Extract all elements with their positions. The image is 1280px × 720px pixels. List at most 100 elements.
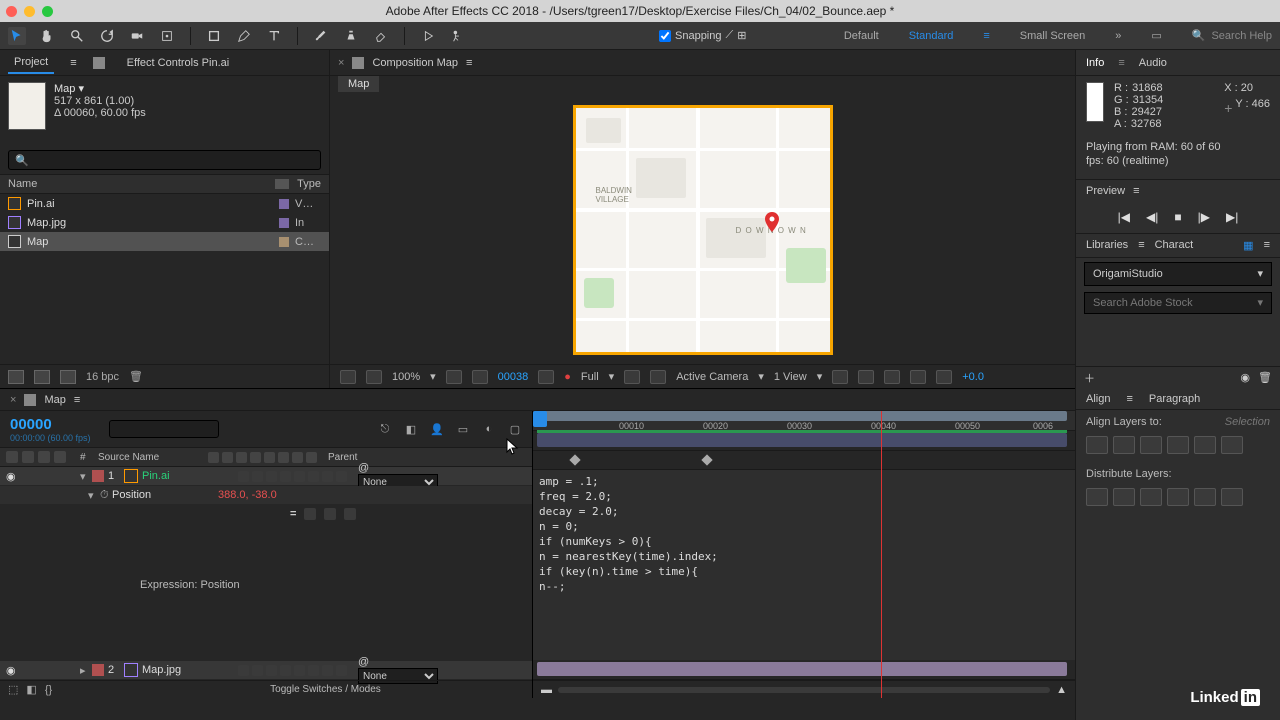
toggle-switch-icon[interactable]: ◧ xyxy=(26,683,36,696)
zoom-slider[interactable] xyxy=(558,687,1050,693)
align-bottom-icon[interactable] xyxy=(1221,436,1243,454)
workspace-overflow-icon[interactable]: » xyxy=(1115,30,1121,42)
close-comp-icon[interactable]: × xyxy=(338,57,344,69)
new-comp-icon[interactable] xyxy=(60,370,76,384)
toggle-alpha-icon[interactable] xyxy=(340,370,356,384)
shy-icon[interactable]: 👤 xyxy=(430,422,444,436)
project-item[interactable]: Map.jpg In xyxy=(0,213,329,232)
dist-vcenter-icon[interactable] xyxy=(1113,488,1135,506)
timeline-menu-icon[interactable]: ≡ xyxy=(74,394,80,406)
layer-bar[interactable] xyxy=(537,662,1067,676)
library-search-input[interactable]: Search Adobe Stock▾ xyxy=(1084,292,1272,314)
comp-tab-menu-icon[interactable]: ≡ xyxy=(466,57,472,69)
lib-menu-icon[interactable]: ≡ xyxy=(1138,239,1144,251)
search-help-input[interactable]: Search Help xyxy=(1211,30,1272,42)
align-menu-icon[interactable]: ≡ xyxy=(1126,393,1132,405)
pickwhip-icon[interactable]: @ xyxy=(358,462,369,474)
play-icon[interactable]: |▶ xyxy=(1198,210,1210,224)
label-swatch[interactable] xyxy=(279,199,289,209)
col-audio-icon[interactable] xyxy=(22,451,34,463)
camera-select[interactable]: Active Camera xyxy=(676,371,748,383)
pen-tool-icon[interactable] xyxy=(235,27,253,45)
grid-icon[interactable] xyxy=(446,370,462,384)
comp-canvas[interactable]: BALDWIN VILLAGE D O W N O W N xyxy=(573,105,833,355)
align-vcenter-icon[interactable] xyxy=(1194,436,1216,454)
workspace-menu-icon[interactable]: ≡ xyxy=(983,30,989,42)
layer-row[interactable]: ◉ ▾ 1 Pin.ai @ None xyxy=(0,467,532,486)
current-timecode[interactable]: 00000 xyxy=(10,416,91,433)
resolution-select[interactable]: Full xyxy=(581,371,599,383)
render-icon[interactable] xyxy=(884,370,900,384)
snapping-toggle[interactable]: Snapping ⟋ ⊞ xyxy=(659,29,746,42)
stop-icon[interactable]: ■ xyxy=(1174,210,1181,224)
rotate-tool-icon[interactable] xyxy=(98,27,116,45)
timeline-tab-label[interactable]: Map xyxy=(44,394,65,406)
new-folder-icon[interactable] xyxy=(34,370,50,384)
dist-hcenter-icon[interactable] xyxy=(1194,488,1216,506)
lib-add-icon[interactable]: ＋ xyxy=(1084,370,1095,386)
lib-list-icon[interactable]: ≡ xyxy=(1264,239,1270,251)
workspace-standard[interactable]: Standard xyxy=(909,30,954,42)
label-swatch[interactable] xyxy=(279,237,289,247)
roi-icon[interactable] xyxy=(624,370,640,384)
position-value[interactable]: 388.0, -38.0 xyxy=(218,489,277,501)
zoom-in-icon[interactable]: ▲ xyxy=(1056,684,1067,696)
snapping-checkbox[interactable] xyxy=(659,30,671,42)
rectangle-tool-icon[interactable] xyxy=(205,27,223,45)
toggle-switch-icon[interactable]: {} xyxy=(45,684,52,696)
exposure-value[interactable]: +0.0 xyxy=(962,371,984,383)
time-ruler[interactable]: 00010 00020 00030 00040 00050 0006 xyxy=(533,411,1075,431)
expr-language-icon[interactable] xyxy=(344,508,356,520)
label-swatch[interactable] xyxy=(279,218,289,228)
hand-tool-icon[interactable] xyxy=(38,27,56,45)
project-search-input[interactable]: 🔍 xyxy=(8,150,321,170)
brush-tool-icon[interactable] xyxy=(312,27,330,45)
layer-row[interactable]: ◉ ▸ 2 Map.jpg @ None xyxy=(0,661,532,680)
twirl-icon[interactable]: ▾ xyxy=(88,489,100,502)
fast-preview-icon[interactable] xyxy=(832,370,848,384)
col-solo-icon[interactable] xyxy=(38,451,50,463)
project-item[interactable]: Pin.ai V… xyxy=(0,194,329,213)
view-select[interactable]: 1 View xyxy=(774,371,807,383)
dist-left-icon[interactable] xyxy=(1167,488,1189,506)
snap-opt1-icon[interactable]: ⟋ xyxy=(726,29,734,42)
toggle-switch-icon[interactable]: ⬚ xyxy=(8,683,18,696)
tab-info[interactable]: Info xyxy=(1086,57,1104,69)
transparency-icon[interactable] xyxy=(650,370,666,384)
layer-color-swatch[interactable] xyxy=(92,470,104,482)
eye-icon[interactable]: ◉ xyxy=(6,470,20,483)
eye-icon[interactable]: ◉ xyxy=(6,664,20,677)
zoom-out-icon[interactable]: ▬ xyxy=(541,684,552,696)
guides-icon[interactable] xyxy=(472,370,488,384)
layer-color-swatch[interactable] xyxy=(92,664,104,676)
keyframe-lane[interactable] xyxy=(533,451,1075,469)
lib-sync-icon[interactable]: ◉ xyxy=(1240,371,1250,384)
bpc-toggle[interactable]: 16 bpc xyxy=(86,371,119,383)
comp-subtab[interactable]: Map xyxy=(338,76,379,92)
property-row-position[interactable]: ▾ ⏱ Position 388.0, -38.0 xyxy=(0,486,532,505)
pan-behind-tool-icon[interactable] xyxy=(158,27,176,45)
first-frame-icon[interactable]: |◀ xyxy=(1118,210,1130,224)
work-area-bar[interactable] xyxy=(537,411,1067,421)
dist-bottom-icon[interactable] xyxy=(1140,488,1162,506)
col-type[interactable]: Type xyxy=(297,178,321,190)
library-select[interactable]: OrigamiStudio▾ xyxy=(1084,262,1272,286)
tab-preview[interactable]: Preview xyxy=(1086,185,1125,197)
motion-blur-icon[interactable]: ◐ xyxy=(482,422,496,436)
tab-align[interactable]: Align xyxy=(1086,393,1110,405)
flowchart-icon[interactable] xyxy=(910,370,926,384)
preview-menu-icon[interactable]: ≡ xyxy=(1133,185,1139,197)
expression-editor[interactable]: amp = .1; freq = 2.0; decay = 2.0; n = 0… xyxy=(533,469,1075,660)
text-tool-icon[interactable] xyxy=(265,27,283,45)
align-right-icon[interactable] xyxy=(1140,436,1162,454)
workspace-default[interactable]: Default xyxy=(844,30,879,42)
col-number[interactable]: # xyxy=(80,452,98,463)
timeline-search-input[interactable] xyxy=(109,420,219,438)
prev-frame-icon[interactable]: ◀| xyxy=(1146,210,1158,224)
lib-delete-icon[interactable]: 🗑 xyxy=(1258,371,1272,384)
col-parent[interactable]: Parent xyxy=(328,452,388,463)
col-source[interactable]: Source Name xyxy=(98,452,208,463)
channel-icon[interactable]: ● xyxy=(564,371,571,383)
twirl-icon[interactable]: ▾ xyxy=(80,470,92,483)
zoom-dropdown-icon[interactable]: ▾ xyxy=(430,370,436,383)
